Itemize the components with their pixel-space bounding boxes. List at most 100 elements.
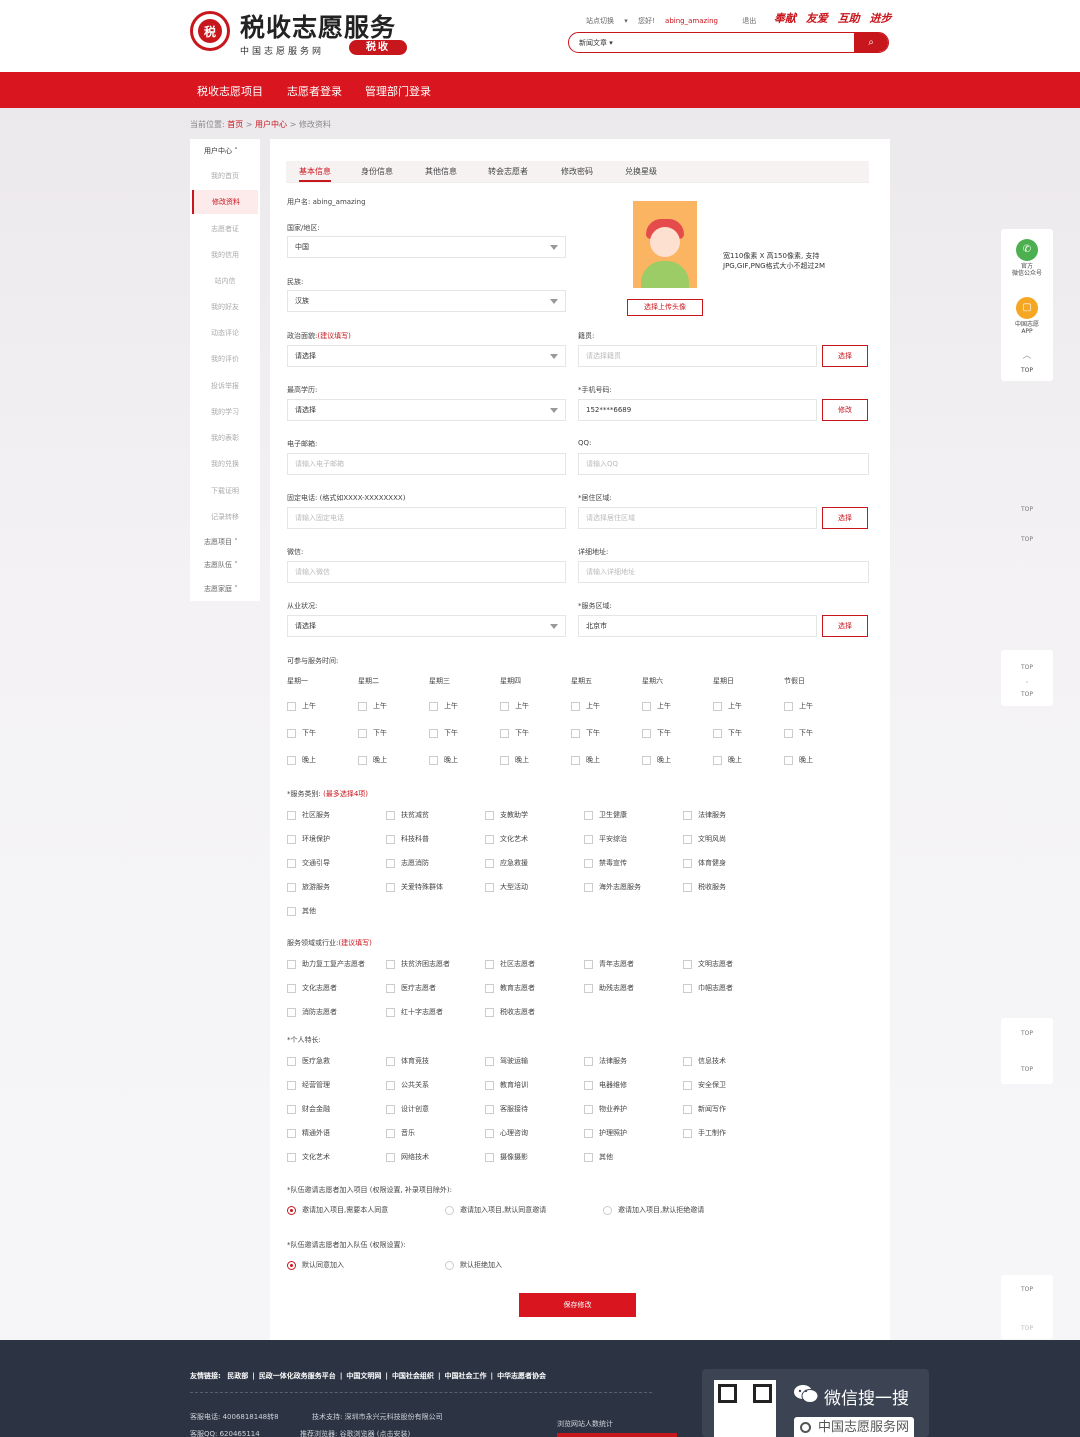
username-link[interactable]: abing_amazing xyxy=(665,17,718,25)
service_types-checkbox[interactable]: 卫生健康 xyxy=(584,810,627,820)
service_types-checkbox[interactable]: 应急救援 xyxy=(485,858,528,868)
footer-link[interactable]: 中国文明网 xyxy=(346,1372,381,1380)
time-slot-checkbox[interactable]: 上午 xyxy=(429,701,458,711)
time-slot-checkbox[interactable]: 下午 xyxy=(287,728,316,738)
sidebar-item-active[interactable]: 修改资料 xyxy=(192,190,258,214)
time-slot-checkbox[interactable]: 晚上 xyxy=(642,755,671,765)
time-slot-checkbox[interactable]: 下午 xyxy=(571,728,600,738)
industry-checkbox[interactable]: 青年志愿者 xyxy=(584,959,634,969)
industry-checkbox[interactable]: 医疗志愿者 xyxy=(386,983,436,993)
time-slot-checkbox[interactable]: 晚上 xyxy=(287,755,316,765)
service_types-checkbox[interactable]: 旅游服务 xyxy=(287,882,330,892)
industry-checkbox[interactable]: 助残志愿者 xyxy=(584,983,634,993)
native-choose-button[interactable]: 选择 xyxy=(822,345,868,367)
sidebar-item[interactable]: 动态评论 xyxy=(190,328,260,338)
industry-checkbox[interactable]: 文明志愿者 xyxy=(683,959,733,969)
invite-project-option[interactable]: 邀请加入项目,默认拒绝邀请 xyxy=(603,1205,704,1215)
tab-password[interactable]: 修改密码 xyxy=(561,166,593,177)
wechat-input[interactable]: 请输入微信 xyxy=(287,561,566,583)
footer-link[interactable]: 中国社会工作 xyxy=(445,1372,487,1380)
service_types-checkbox[interactable]: 其他 xyxy=(287,906,316,916)
tab-star[interactable]: 兑换星级 xyxy=(625,166,657,177)
sidebar-group[interactable]: 志愿家庭 ˅ xyxy=(204,584,238,594)
industry-checkbox[interactable]: 巾帼志愿者 xyxy=(683,983,733,993)
site-switch-link[interactable]: 站点切换 ▾ xyxy=(586,17,628,25)
time-slot-checkbox[interactable]: 上午 xyxy=(713,701,742,711)
top-mark[interactable]: TOP xyxy=(1001,1286,1053,1293)
top-mark[interactable]: TOP xyxy=(1001,536,1053,543)
service_types-checkbox[interactable]: 税收服务 xyxy=(683,882,726,892)
address-input[interactable]: 请输入详细地址 xyxy=(578,561,869,583)
skills-checkbox[interactable]: 物业养护 xyxy=(584,1104,627,1114)
country-select[interactable]: 中国 xyxy=(287,236,566,258)
invite-project-option[interactable]: 邀请加入项目,需要本人同意 xyxy=(287,1205,388,1215)
sidebar-item[interactable]: 我的评价 xyxy=(190,354,260,364)
invite-team-option[interactable]: 默认同意加入 xyxy=(287,1260,344,1270)
sidebar-item[interactable]: 投诉举报 xyxy=(190,381,260,391)
industry-checkbox[interactable]: 消防志愿者 xyxy=(287,1007,337,1017)
skills-checkbox[interactable]: 新闻写作 xyxy=(683,1104,726,1114)
political-select[interactable]: 请选择 xyxy=(287,345,566,367)
service_types-checkbox[interactable]: 体育健身 xyxy=(683,858,726,868)
logout-link[interactable]: 退出 xyxy=(742,17,756,25)
skills-checkbox[interactable]: 医疗急救 xyxy=(287,1056,330,1066)
time-slot-checkbox[interactable]: 上午 xyxy=(784,701,813,711)
footer-link[interactable]: 民政部 xyxy=(227,1372,248,1380)
service_types-checkbox[interactable]: 科技科普 xyxy=(386,834,429,844)
chevron-up-icon[interactable]: ‸ xyxy=(1001,676,1053,683)
search-category-select[interactable]: 新闻文章 ▾ xyxy=(579,38,613,48)
upload-avatar-button[interactable]: 选择上传头像 xyxy=(627,299,703,316)
time-slot-checkbox[interactable]: 上午 xyxy=(358,701,387,711)
sidebar-item[interactable]: 志愿者证 xyxy=(190,224,260,234)
skills-checkbox[interactable]: 教育培训 xyxy=(485,1080,528,1090)
time-slot-checkbox[interactable]: 晚上 xyxy=(784,755,813,765)
job-select[interactable]: 请选择 xyxy=(287,615,566,637)
service_types-checkbox[interactable]: 环境保护 xyxy=(287,834,330,844)
service_types-checkbox[interactable]: 法律服务 xyxy=(683,810,726,820)
skills-checkbox[interactable]: 客服接待 xyxy=(485,1104,528,1114)
time-slot-checkbox[interactable]: 晚上 xyxy=(500,755,529,765)
top-mark[interactable]: TOP xyxy=(1001,1066,1053,1073)
invite-team-option[interactable]: 默认拒绝加入 xyxy=(445,1260,502,1270)
chevron-up-icon[interactable]: ︿ xyxy=(1001,352,1053,361)
search-button[interactable]: ⌕ xyxy=(854,33,888,52)
skills-checkbox[interactable]: 文化艺术 xyxy=(287,1152,330,1162)
sidebar-group[interactable]: 志愿队伍 ˅ xyxy=(204,560,238,570)
service_types-checkbox[interactable]: 交通引导 xyxy=(287,858,330,868)
skills-checkbox[interactable]: 电器维修 xyxy=(584,1080,627,1090)
qq-input[interactable]: 请输入QQ xyxy=(578,453,869,475)
service-area-input[interactable]: 北京市 xyxy=(578,615,817,637)
site-title[interactable]: 税收志愿服务 xyxy=(240,8,396,44)
sidebar-item[interactable]: 我的信用 xyxy=(190,250,260,260)
tab-transfer[interactable]: 转会志愿者 xyxy=(488,166,528,177)
sidebar-item[interactable]: 站内信 xyxy=(190,276,260,286)
skills-checkbox[interactable]: 经营管理 xyxy=(287,1080,330,1090)
service_types-checkbox[interactable]: 大型活动 xyxy=(485,882,528,892)
time-slot-checkbox[interactable]: 晚上 xyxy=(713,755,742,765)
service_types-checkbox[interactable]: 文化艺术 xyxy=(485,834,528,844)
industry-checkbox[interactable]: 教育志愿者 xyxy=(485,983,535,993)
skills-checkbox[interactable]: 公共关系 xyxy=(386,1080,429,1090)
industry-checkbox[interactable]: 助力复工复产志愿者 xyxy=(287,959,365,969)
breadcrumb-home[interactable]: 首页 xyxy=(227,120,243,129)
skills-checkbox[interactable]: 体育竞技 xyxy=(386,1056,429,1066)
service_types-checkbox[interactable]: 平安综治 xyxy=(584,834,627,844)
top-mark[interactable]: TOP xyxy=(1001,691,1053,698)
top-mark[interactable]: TOP xyxy=(1001,1325,1053,1332)
nav-item-projects[interactable]: 税收志愿项目 xyxy=(197,83,263,99)
industry-checkbox[interactable]: 税收志愿者 xyxy=(485,1007,535,1017)
industry-checkbox[interactable]: 文化志愿者 xyxy=(287,983,337,993)
time-slot-checkbox[interactable]: 下午 xyxy=(500,728,529,738)
time-slot-checkbox[interactable]: 下午 xyxy=(713,728,742,738)
time-slot-checkbox[interactable]: 上午 xyxy=(642,701,671,711)
footer-browser[interactable]: 推荐浏览器: 谷歌浏览器 (点击安装) xyxy=(300,1429,410,1437)
sidebar-item[interactable]: 我的好友 xyxy=(190,302,260,312)
service_types-checkbox[interactable]: 海外志愿服务 xyxy=(584,882,641,892)
residence-input[interactable]: 请选择居住区域 xyxy=(578,507,817,529)
time-slot-checkbox[interactable]: 晚上 xyxy=(571,755,600,765)
residence-choose-button[interactable]: 选择 xyxy=(822,507,868,529)
skills-checkbox[interactable]: 设计创意 xyxy=(386,1104,429,1114)
skills-checkbox[interactable]: 音乐 xyxy=(386,1128,415,1138)
wechat-search-field[interactable]: 中国志愿服务网 xyxy=(794,1417,914,1437)
footer-link[interactable]: 民政一体化政务服务平台 xyxy=(259,1372,336,1380)
